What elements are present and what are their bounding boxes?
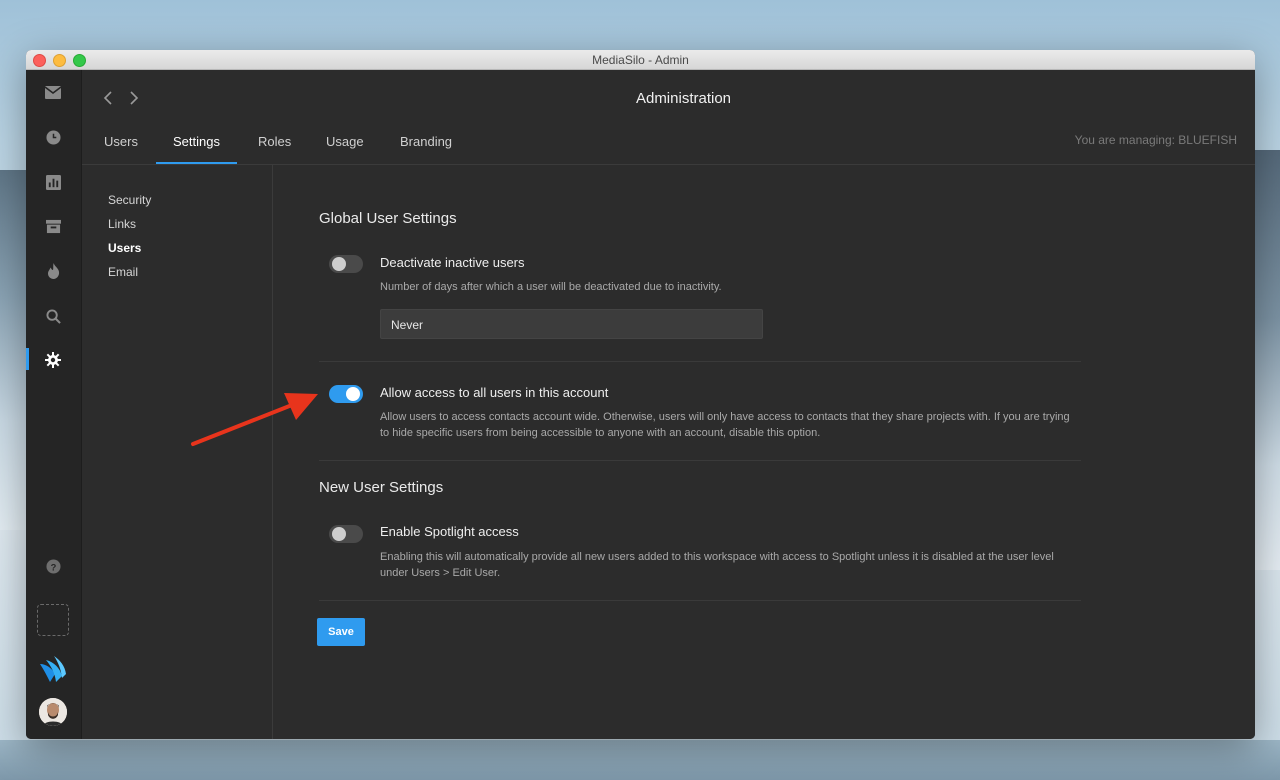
tab-users[interactable]: Users bbox=[104, 127, 138, 164]
app-window: MediaSilo - Admin ? Administration Users… bbox=[26, 50, 1255, 739]
toggle-knob bbox=[332, 257, 346, 271]
svg-text:?: ? bbox=[50, 562, 56, 572]
zoom-window-button[interactable] bbox=[73, 54, 86, 67]
toggle-knob bbox=[332, 527, 346, 541]
tab-settings[interactable]: Settings bbox=[156, 127, 237, 164]
minimize-window-button[interactable] bbox=[53, 54, 66, 67]
window-title: MediaSilo - Admin bbox=[592, 52, 689, 67]
gear-icon[interactable] bbox=[43, 350, 63, 370]
help-icon[interactable]: ? bbox=[43, 556, 63, 576]
tab-usage[interactable]: Usage bbox=[326, 127, 364, 164]
archive-icon[interactable] bbox=[43, 216, 63, 236]
subnav-item-users[interactable]: Users bbox=[108, 241, 141, 255]
user-avatar[interactable] bbox=[39, 698, 67, 726]
page-header: Administration bbox=[82, 70, 1255, 127]
clock-icon[interactable] bbox=[43, 127, 63, 147]
settings-content: Security Links Users Email Global User S… bbox=[82, 164, 1255, 739]
app-sidebar: ? bbox=[26, 70, 82, 739]
window-controls bbox=[33, 54, 86, 67]
active-indicator bbox=[26, 348, 29, 370]
page-title: Administration bbox=[635, 90, 732, 107]
divider bbox=[319, 361, 1081, 362]
workspace-placeholder[interactable] bbox=[37, 604, 69, 636]
desktop-background-left bbox=[0, 170, 26, 530]
deactivate-inactive-toggle[interactable] bbox=[329, 255, 363, 273]
allow-access-description: Allow users to access contacts account w… bbox=[380, 411, 1070, 439]
deactivate-inactive-description: Number of days after which a user will b… bbox=[380, 281, 722, 293]
flame-icon[interactable] bbox=[43, 261, 63, 281]
desktop-background-bottom bbox=[0, 740, 1280, 780]
spotlight-access-toggle[interactable] bbox=[329, 525, 363, 543]
brand-logo-icon[interactable] bbox=[38, 655, 68, 685]
deactivate-inactive-label: Deactivate inactive users bbox=[380, 255, 525, 270]
managing-account-label: You are managing: BLUEFISH bbox=[1074, 133, 1237, 147]
new-user-settings-title: New User Settings bbox=[319, 479, 444, 496]
mail-icon[interactable] bbox=[43, 82, 63, 102]
desktop-background-right bbox=[1255, 150, 1280, 570]
global-settings-title: Global User Settings bbox=[319, 210, 457, 227]
search-icon[interactable] bbox=[43, 306, 63, 326]
close-window-button[interactable] bbox=[33, 54, 46, 67]
toggle-knob bbox=[346, 387, 360, 401]
divider bbox=[319, 460, 1081, 461]
spotlight-access-description: Enabling this will automatically provide… bbox=[380, 551, 1054, 579]
title-bar: MediaSilo - Admin bbox=[26, 50, 1255, 70]
allow-access-label: Allow access to all users in this accoun… bbox=[380, 385, 609, 400]
subnav-item-links[interactable]: Links bbox=[108, 217, 136, 231]
tab-branding[interactable]: Branding bbox=[400, 127, 452, 164]
subnav-item-email[interactable]: Email bbox=[108, 265, 138, 279]
tab-roles[interactable]: Roles bbox=[258, 127, 291, 164]
settings-subnav: Security Links Users Email bbox=[82, 164, 273, 739]
spotlight-access-label: Enable Spotlight access bbox=[380, 524, 519, 539]
allow-access-toggle[interactable] bbox=[329, 385, 363, 403]
inactivity-days-field[interactable]: Never bbox=[380, 309, 763, 339]
save-button[interactable]: Save bbox=[317, 618, 365, 646]
admin-tabs: Users Settings Roles Usage Branding You … bbox=[82, 127, 1255, 165]
divider bbox=[319, 600, 1081, 601]
subnav-item-security[interactable]: Security bbox=[108, 193, 151, 207]
chart-icon[interactable] bbox=[43, 172, 63, 192]
main-area: Administration Users Settings Roles Usag… bbox=[82, 70, 1255, 739]
